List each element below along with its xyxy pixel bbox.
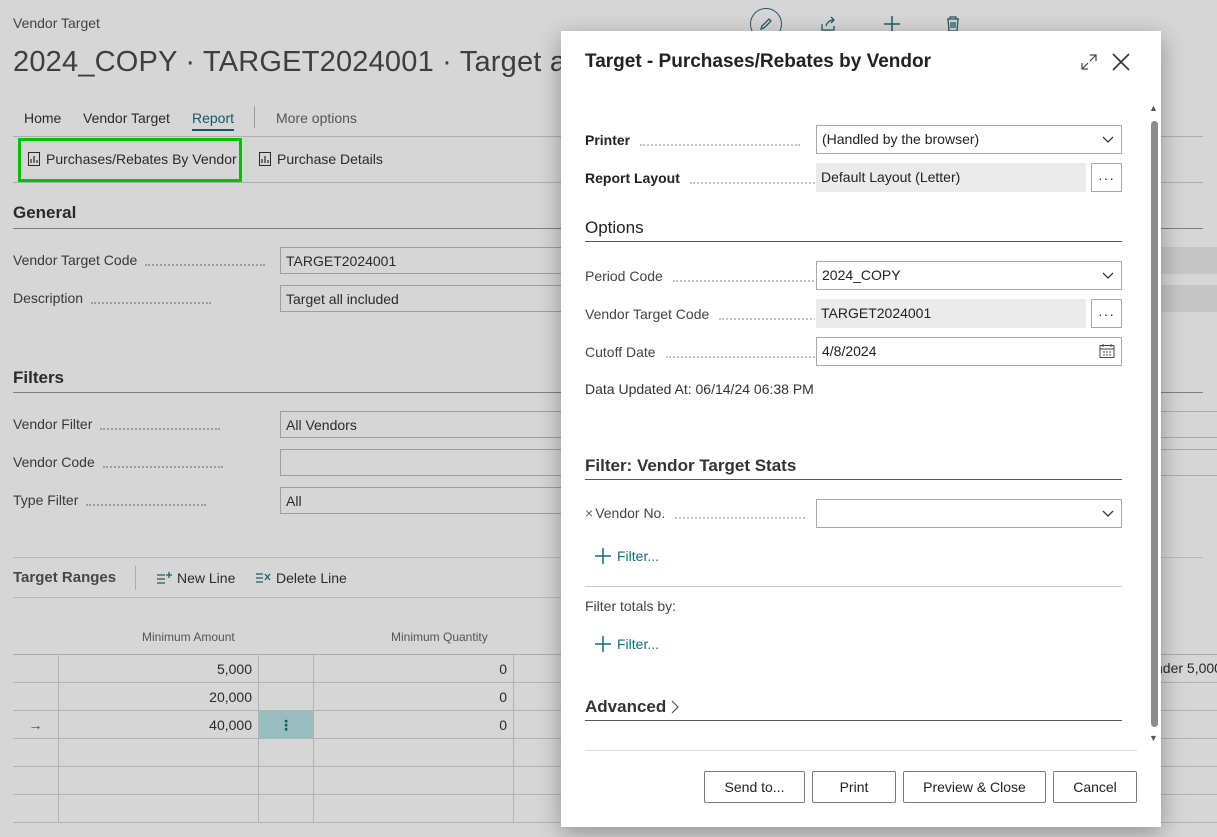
field-label: Vendor Target Code: [585, 306, 815, 326]
field-label: Cutoff Date: [585, 344, 815, 364]
vendor-no-filter-label: × Vendor No.: [585, 505, 815, 525]
plus-icon: [595, 548, 611, 564]
scroll-down-icon[interactable]: ▼: [1149, 733, 1158, 743]
report-request-dialog: Target - Purchases/Rebates by Vendor ▲ ▼…: [561, 31, 1161, 827]
chevron-down-icon: [1102, 136, 1114, 143]
divider: [585, 586, 1122, 587]
report-layout-field[interactable]: Default Layout (Letter): [816, 163, 1086, 192]
add-filter-totals-button[interactable]: Filter...: [595, 636, 659, 652]
expand-icon[interactable]: [1078, 51, 1100, 73]
cutoff-date-field[interactable]: 4/8/2024: [816, 337, 1122, 366]
close-icon[interactable]: [1110, 51, 1132, 73]
printer-select[interactable]: (Handled by the browser): [816, 125, 1122, 154]
calendar-icon[interactable]: [1099, 343, 1115, 359]
period-code-select[interactable]: 2024_COPY: [816, 261, 1122, 290]
scrollbar[interactable]: [1151, 121, 1158, 727]
print-button[interactable]: Print: [812, 771, 896, 803]
field-label: Report Layout: [585, 170, 815, 190]
dialog-title: Target - Purchases/Rebates by Vendor: [585, 51, 931, 72]
chevron-right-icon: [671, 700, 680, 714]
divider: [585, 479, 1122, 480]
vendor-target-code-field[interactable]: TARGET2024001: [816, 299, 1086, 328]
preview-close-button[interactable]: Preview & Close: [903, 771, 1046, 803]
report-layout-lookup-button[interactable]: ···: [1091, 163, 1122, 192]
cancel-button[interactable]: Cancel: [1053, 771, 1137, 803]
vendor-target-code-lookup-button[interactable]: ···: [1091, 299, 1122, 328]
remove-filter-icon[interactable]: ×: [585, 505, 593, 521]
chevron-down-icon: [1102, 272, 1114, 279]
field-label: Printer: [585, 132, 815, 152]
options-heading: Options: [585, 218, 644, 237]
filter-totals-label: Filter totals by:: [585, 598, 677, 614]
add-filter-button[interactable]: Filter...: [595, 548, 659, 564]
send-to-button[interactable]: Send to...: [704, 771, 805, 803]
scroll-up-icon[interactable]: ▲: [1149, 103, 1158, 113]
divider: [585, 720, 1122, 721]
field-label: Period Code: [585, 268, 815, 288]
divider: [585, 750, 1137, 751]
vendor-no-filter-select[interactable]: [816, 499, 1122, 528]
advanced-toggle[interactable]: Advanced: [585, 697, 680, 717]
plus-icon: [595, 636, 611, 652]
divider: [585, 241, 1122, 242]
data-updated-text: Data Updated At: 06/14/24 06:38 PM: [585, 381, 814, 397]
chevron-down-icon: [1102, 510, 1114, 517]
filter-heading: Filter: Vendor Target Stats: [585, 456, 797, 475]
